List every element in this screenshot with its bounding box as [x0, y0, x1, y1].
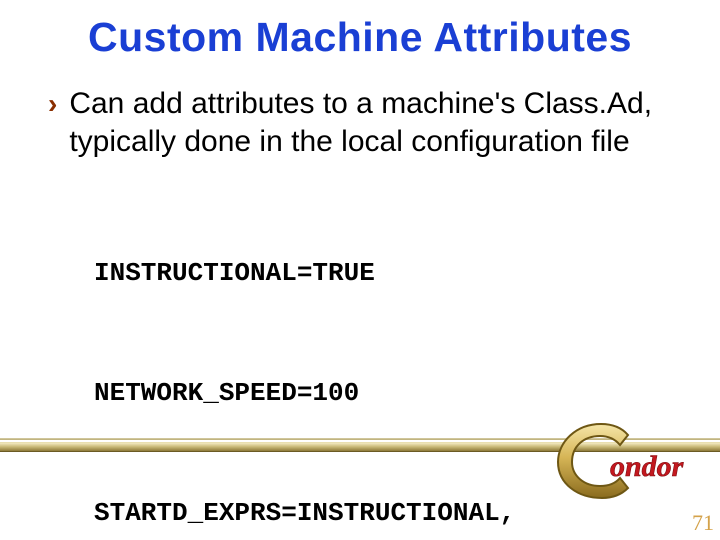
bullet-text: Can add attributes to a machine's Class.… — [69, 85, 672, 161]
code-line: INSTRUCTIONAL=TRUE — [94, 253, 672, 293]
code-line: NETWORK_SPEED=100 — [94, 373, 672, 413]
logo-text: ondor — [610, 450, 684, 483]
bullet-marker-icon: › — [48, 87, 57, 121]
condor-logo: ondor — [548, 412, 708, 502]
slide-title: Custom Machine Attributes — [0, 0, 720, 61]
page-number: 71 — [692, 510, 714, 536]
slide: Custom Machine Attributes › Can add attr… — [0, 0, 720, 540]
bullet-item: › Can add attributes to a machine's Clas… — [48, 85, 672, 161]
